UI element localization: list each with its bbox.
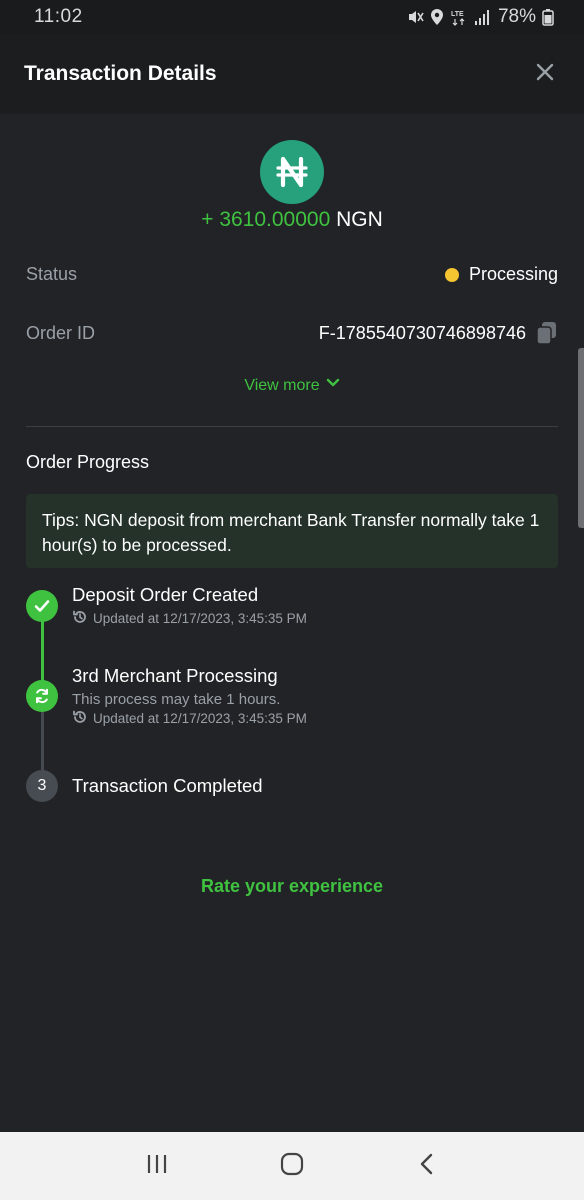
transaction-amount: + 3610.00000 NGN: [0, 208, 584, 232]
naira-icon: [260, 140, 324, 204]
back-icon: [415, 1152, 439, 1181]
home-icon: [279, 1151, 305, 1182]
step-title: 3rd Merchant Processing: [72, 665, 278, 686]
status-dot-icon: [444, 267, 459, 282]
timeline-connector: [41, 712, 44, 772]
page-title: Transaction Details: [24, 62, 217, 85]
step-updated: Updated at 12/17/2023, 3:45:35 PM: [72, 609, 307, 628]
battery-icon: [542, 8, 554, 26]
battery-percent: 78%: [497, 6, 536, 27]
step-updated-text: Updated at 12/17/2023, 3:45:35 PM: [93, 711, 307, 726]
location-icon: [430, 8, 444, 26]
recent-apps-button[interactable]: [137, 1146, 177, 1186]
step-updated: Updated at 12/17/2023, 3:45:35 PM: [72, 709, 307, 728]
order-id-value-wrap: F-1785540730746898746: [319, 321, 558, 345]
close-button[interactable]: [530, 59, 560, 89]
home-button[interactable]: [272, 1146, 312, 1186]
tips-text: Tips: NGN deposit from merchant Bank Tra…: [42, 510, 540, 555]
order-id-row: Order ID F-1785540730746898746: [26, 321, 558, 345]
mute-icon: [406, 8, 424, 26]
view-more-label: View more: [244, 376, 320, 394]
header: Transaction Details: [0, 34, 584, 114]
history-icon: [72, 609, 88, 628]
status-row: Status Processing: [26, 264, 558, 285]
step-title: Deposit Order Created: [72, 584, 259, 605]
step-title: Transaction Completed: [72, 775, 263, 796]
order-progress-title: Order Progress: [26, 452, 150, 472]
recent-apps-icon: [145, 1152, 169, 1181]
status-time: 11:02: [34, 6, 83, 27]
scrollbar[interactable]: [578, 348, 584, 528]
history-icon: [72, 709, 88, 728]
status-bar: 11:02 LTE 78%: [0, 0, 584, 34]
rate-experience-link[interactable]: Rate your experience: [0, 876, 584, 897]
tips-box: Tips: NGN deposit from merchant Bank Tra…: [26, 494, 558, 568]
order-id-label: Order ID: [26, 322, 96, 343]
amount-currency: NGN: [336, 208, 383, 231]
check-icon: [26, 590, 58, 622]
step-updated-text: Updated at 12/17/2023, 3:45:35 PM: [93, 611, 307, 626]
step-number: 3: [26, 770, 58, 802]
status-label: Status: [26, 264, 78, 284]
status-value-wrap: Processing: [444, 264, 558, 285]
svg-text:LTE: LTE: [451, 11, 464, 18]
divider: [26, 426, 558, 427]
refresh-icon: [26, 680, 58, 712]
system-nav-bar: [0, 1132, 584, 1200]
close-icon: [536, 63, 554, 86]
back-button[interactable]: [407, 1146, 447, 1186]
signal-icon: [474, 8, 492, 26]
step-subtitle: This process may take 1 hours.: [72, 691, 281, 708]
status-icons: LTE 78%: [406, 6, 554, 28]
amount-value: + 3610.00000: [201, 208, 331, 231]
lte-icon: LTE: [450, 8, 468, 26]
copy-icon[interactable]: [536, 321, 558, 345]
view-more-link[interactable]: View more: [0, 376, 584, 395]
chevron-down-icon: [326, 376, 340, 395]
status-value: Processing: [468, 264, 558, 284]
order-id-value: F-1785540730746898746: [318, 322, 526, 343]
timeline-connector: [41, 620, 44, 682]
